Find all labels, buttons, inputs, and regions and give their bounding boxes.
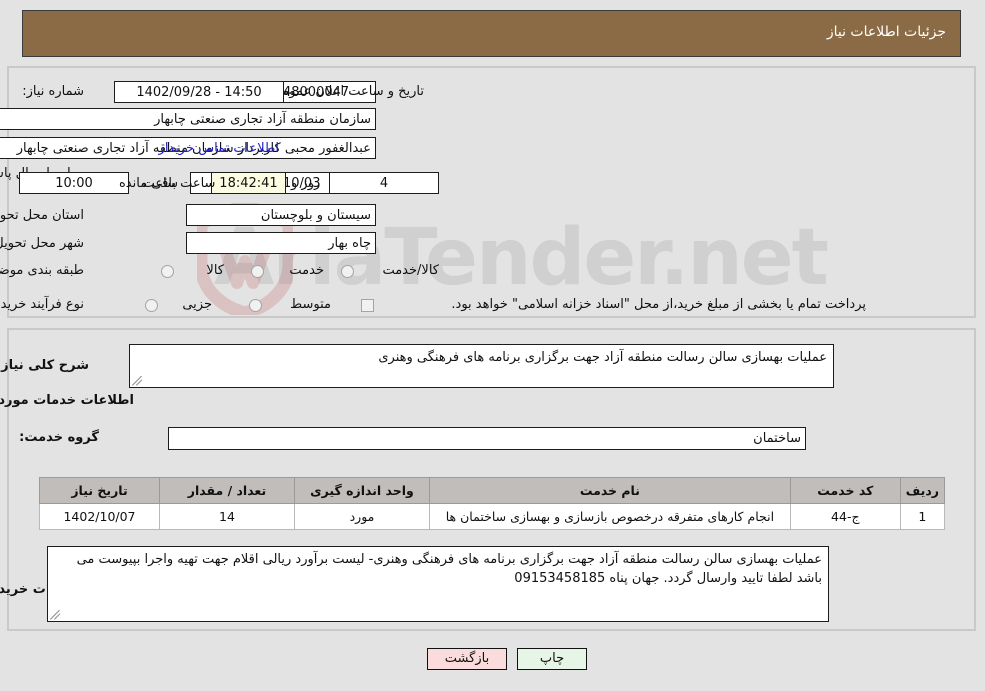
resize-grip-icon <box>51 608 63 620</box>
treasury-docs-checkbox[interactable] <box>362 299 375 312</box>
treasury-docs-note: پرداخت تمام یا بخشی از مبلغ خرید،از محل … <box>452 297 867 312</box>
services-heading: اطلاعات خدمات مورد نیاز <box>0 393 135 408</box>
radio-category-2-label: کالا/خدمت <box>383 263 440 278</box>
countdown-field: 18:42:41 <box>212 172 287 194</box>
service-group-label: گروه خدمت: <box>20 430 100 445</box>
need-description-textarea[interactable]: عملیات بهسازی سالن رسالت منطقه آزاد جهت … <box>130 344 835 388</box>
delivery-city-field[interactable]: چاه بهار <box>187 232 377 254</box>
deadline-days-suffix-label: روز و <box>292 176 322 191</box>
back-button[interactable]: بازگشت <box>428 648 508 670</box>
cell-service-name: انجام کارهای متفرقه درخصوص بازسازی و بهس… <box>430 503 792 530</box>
resize-grip-icon <box>133 374 145 386</box>
delivery-province-label: استان محل تحویل: <box>0 208 85 223</box>
radio-category-2[interactable] <box>342 265 355 278</box>
cell-row-no: 1 <box>900 503 947 530</box>
category-label: طبقه بندی موضوعی: <box>0 263 85 278</box>
service-group-field[interactable]: ساختمان <box>169 427 807 450</box>
delivery-city-label: شهر محل تحویل: <box>0 236 85 251</box>
radio-process-1[interactable] <box>250 299 263 312</box>
radio-category-0-label: کالا <box>207 263 225 278</box>
table-header-row: ردیف کد خدمت نام خدمت واحد اندازه گیری ت… <box>40 477 947 504</box>
announce-datetime-field[interactable]: 14:50 - 1402/09/28 <box>115 81 285 103</box>
deadline-days-field[interactable]: 4 <box>330 172 440 194</box>
col-quantity: تعداد / مقدار <box>160 477 296 504</box>
col-unit: واحد اندازه گیری <box>295 477 431 504</box>
need-number-label: شماره نیاز: <box>23 84 85 99</box>
page-header-bar: جزئیات اطلاعات نیاز <box>23 10 962 57</box>
radio-process-0[interactable] <box>146 299 159 312</box>
radio-category-0[interactable] <box>162 265 175 278</box>
radio-process-1-label: متوسط <box>291 297 332 312</box>
col-service-name: نام خدمت <box>430 477 792 504</box>
purchase-process-label: نوع فرآیند خرید : <box>0 297 85 312</box>
top-info-panel <box>8 66 977 318</box>
need-description-value: عملیات بهسازی سالن رسالت منطقه آزاد جهت … <box>379 350 828 365</box>
announce-datetime-label: تاریخ و ساعت اعلان عمومی: <box>268 84 425 99</box>
countdown-suffix-label: ساعت باقی مانده <box>120 176 217 191</box>
services-table: ردیف کد خدمت نام خدمت واحد اندازه گیری ت… <box>40 477 947 530</box>
table-row: 1 ج-44 انجام کارهای متفرقه درخصوص بازساز… <box>40 503 947 530</box>
need-description-label: شرح کلی نیاز: <box>0 358 90 373</box>
radio-process-0-label: جزیی <box>183 297 213 312</box>
cell-unit: مورد <box>295 503 431 530</box>
radio-category-1-label: خدمت <box>290 263 325 278</box>
deadline-time-field[interactable]: 10:00 <box>20 172 130 194</box>
buyer-notes-value: عملیات بهسازی سالن رسالت منطقه آزاد جهت … <box>77 552 823 586</box>
delivery-province-field[interactable]: سیستان و بلوچستان <box>187 204 377 226</box>
buyer-notes-textarea[interactable]: عملیات بهسازی سالن رسالت منطقه آزاد جهت … <box>48 546 830 622</box>
col-need-date: تاریخ نیاز <box>40 477 161 504</box>
cell-quantity: 14 <box>160 503 296 530</box>
page-title: جزئیات اطلاعات نیاز <box>827 24 947 40</box>
print-button[interactable]: چاپ <box>518 648 588 670</box>
cell-need-date: 1402/10/07 <box>40 503 161 530</box>
col-row-no: ردیف <box>900 477 947 504</box>
page-root: AriaTender.net جزئیات اطلاعات نیاز شماره… <box>0 0 985 691</box>
buyer-contact-link[interactable]: اطلاعات تماس خریدار <box>160 141 280 156</box>
buyer-org-field[interactable]: سازمان منطقه آزاد تجاری صنعتی چابهار <box>0 108 377 130</box>
radio-category-1[interactable] <box>252 265 265 278</box>
col-service-code: کد خدمت <box>790 477 902 504</box>
cell-service-code: ج-44 <box>790 503 902 530</box>
